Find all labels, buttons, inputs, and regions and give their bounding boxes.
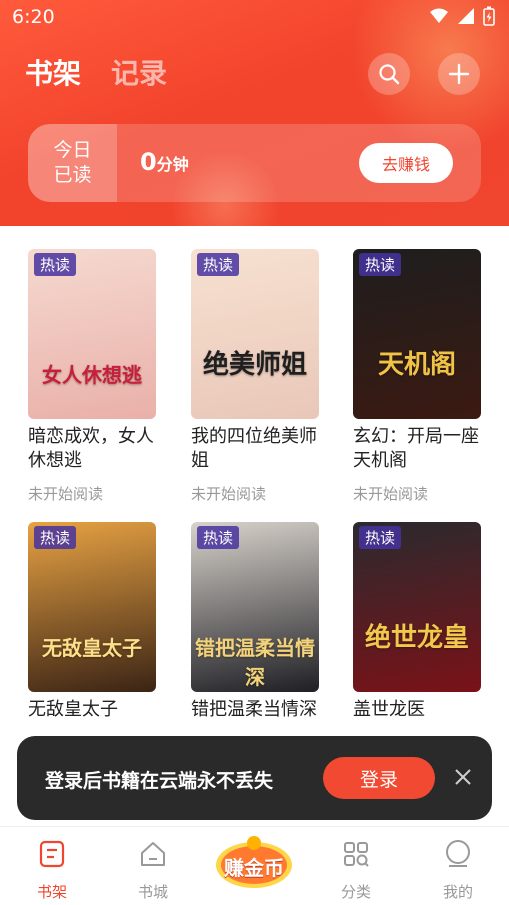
book-title[interactable]: 玄幻：开局一座天机阁 — [353, 425, 481, 473]
hot-tag: 热读 — [34, 526, 77, 549]
add-button[interactable] — [438, 53, 480, 95]
profile-icon — [446, 840, 470, 867]
earn-money-button[interactable]: 去赚钱 — [359, 143, 453, 183]
cover-title: 女人休想逃 — [42, 363, 142, 387]
nav-item-bookshelf[interactable]: 书架 — [12, 839, 92, 902]
header: 6:20 书架 记录 今日 已读 0分钟 去赚钱 — [0, 0, 509, 226]
today-reading-card: 今日 已读 0分钟 去赚钱 — [28, 124, 481, 202]
cover-title: 绝美师姐 — [202, 350, 307, 380]
cover-title: 错把温柔当情深 — [195, 636, 315, 689]
hot-tag: 热读 — [359, 253, 402, 276]
search-button[interactable] — [368, 53, 410, 95]
book-title[interactable]: 我的四位绝美师姐 — [191, 425, 319, 473]
book-cover[interactable]: 无敌皇太子 热读 — [28, 522, 156, 692]
shelf-tabs: 书架 记录 — [25, 52, 167, 92]
tab-bookshelf[interactable]: 书架 — [25, 52, 81, 92]
cover-title: 无敌皇太子 — [42, 636, 142, 660]
book-status: 未开始阅读 — [191, 485, 267, 503]
book-cover[interactable]: 绝世龙皇 热读 — [353, 522, 481, 692]
today-read-value: 0分钟 — [140, 148, 189, 176]
close-icon[interactable] — [452, 766, 474, 788]
bottom-nav: 书架 书城 赚金币 分类 我的 — [0, 826, 509, 905]
book-title[interactable]: 暗恋成欢，女人休想逃 — [28, 425, 156, 473]
book-card[interactable]: 错把温柔当情深 热读 错把温柔当情深 — [191, 522, 319, 746]
nav-item-bookstore[interactable]: 书城 — [113, 839, 193, 902]
login-button[interactable]: 登录 — [323, 757, 435, 799]
status-time: 6:20 — [12, 6, 55, 28]
nav-label: 书架 — [36, 883, 67, 901]
cover-title: 绝世龙皇 — [364, 623, 469, 653]
wifi-icon — [430, 8, 448, 23]
category-icon — [344, 842, 369, 867]
status-bar: 6:20 — [0, 0, 509, 36]
book-cover[interactable]: 错把温柔当情深 热读 — [191, 522, 319, 692]
bookshelf-icon — [39, 840, 65, 868]
book-status: 未开始阅读 — [28, 485, 104, 503]
plus-icon — [448, 63, 470, 85]
cover-title: 天机阁 — [377, 350, 456, 380]
book-cover[interactable]: 女人休想逃 热读 — [28, 249, 156, 419]
hot-tag: 热读 — [197, 526, 240, 549]
toast-message: 登录后书籍在云端永不丢失 — [45, 770, 274, 792]
nav-item-category[interactable]: 分类 — [316, 839, 396, 902]
book-cover[interactable]: 天机阁 热读 — [353, 249, 481, 419]
book-cover[interactable]: 绝美师姐 热读 — [191, 249, 319, 419]
nav-item-profile[interactable]: 我的 — [418, 839, 498, 902]
book-status: 未开始阅读 — [353, 485, 429, 503]
hot-tag: 热读 — [197, 253, 240, 276]
search-icon — [379, 64, 400, 85]
login-toast: 登录后书籍在云端永不丢失 登录 — [17, 736, 492, 820]
nav-label: 分类 — [340, 883, 371, 901]
home-icon — [141, 842, 165, 866]
book-card[interactable]: 无敌皇太子 热读 无敌皇太子 — [28, 522, 156, 746]
hot-tag: 热读 — [34, 253, 77, 276]
book-card[interactable]: 绝世龙皇 热读 盖世龙医 — [353, 522, 481, 746]
signal-icon — [458, 8, 474, 24]
battery-icon — [483, 6, 495, 26]
book-card[interactable]: 女人休想逃 热读 暗恋成欢，女人休想逃 未开始阅读 — [28, 249, 156, 504]
status-icons — [429, 6, 495, 26]
earn-coins-button[interactable]: 赚金币 — [213, 835, 295, 891]
today-read-label: 今日 已读 — [28, 124, 117, 202]
book-card[interactable]: 绝美师姐 热读 我的四位绝美师姐 未开始阅读 — [191, 249, 319, 504]
nav-label: 我的 — [442, 883, 473, 901]
earn-coins-label: 赚金币 — [224, 856, 284, 880]
tab-history[interactable]: 记录 — [111, 52, 167, 92]
hot-tag: 热读 — [359, 526, 402, 549]
book-card[interactable]: 天机阁 热读 玄幻：开局一座天机阁 未开始阅读 — [353, 249, 481, 504]
nav-label: 书城 — [137, 883, 168, 901]
